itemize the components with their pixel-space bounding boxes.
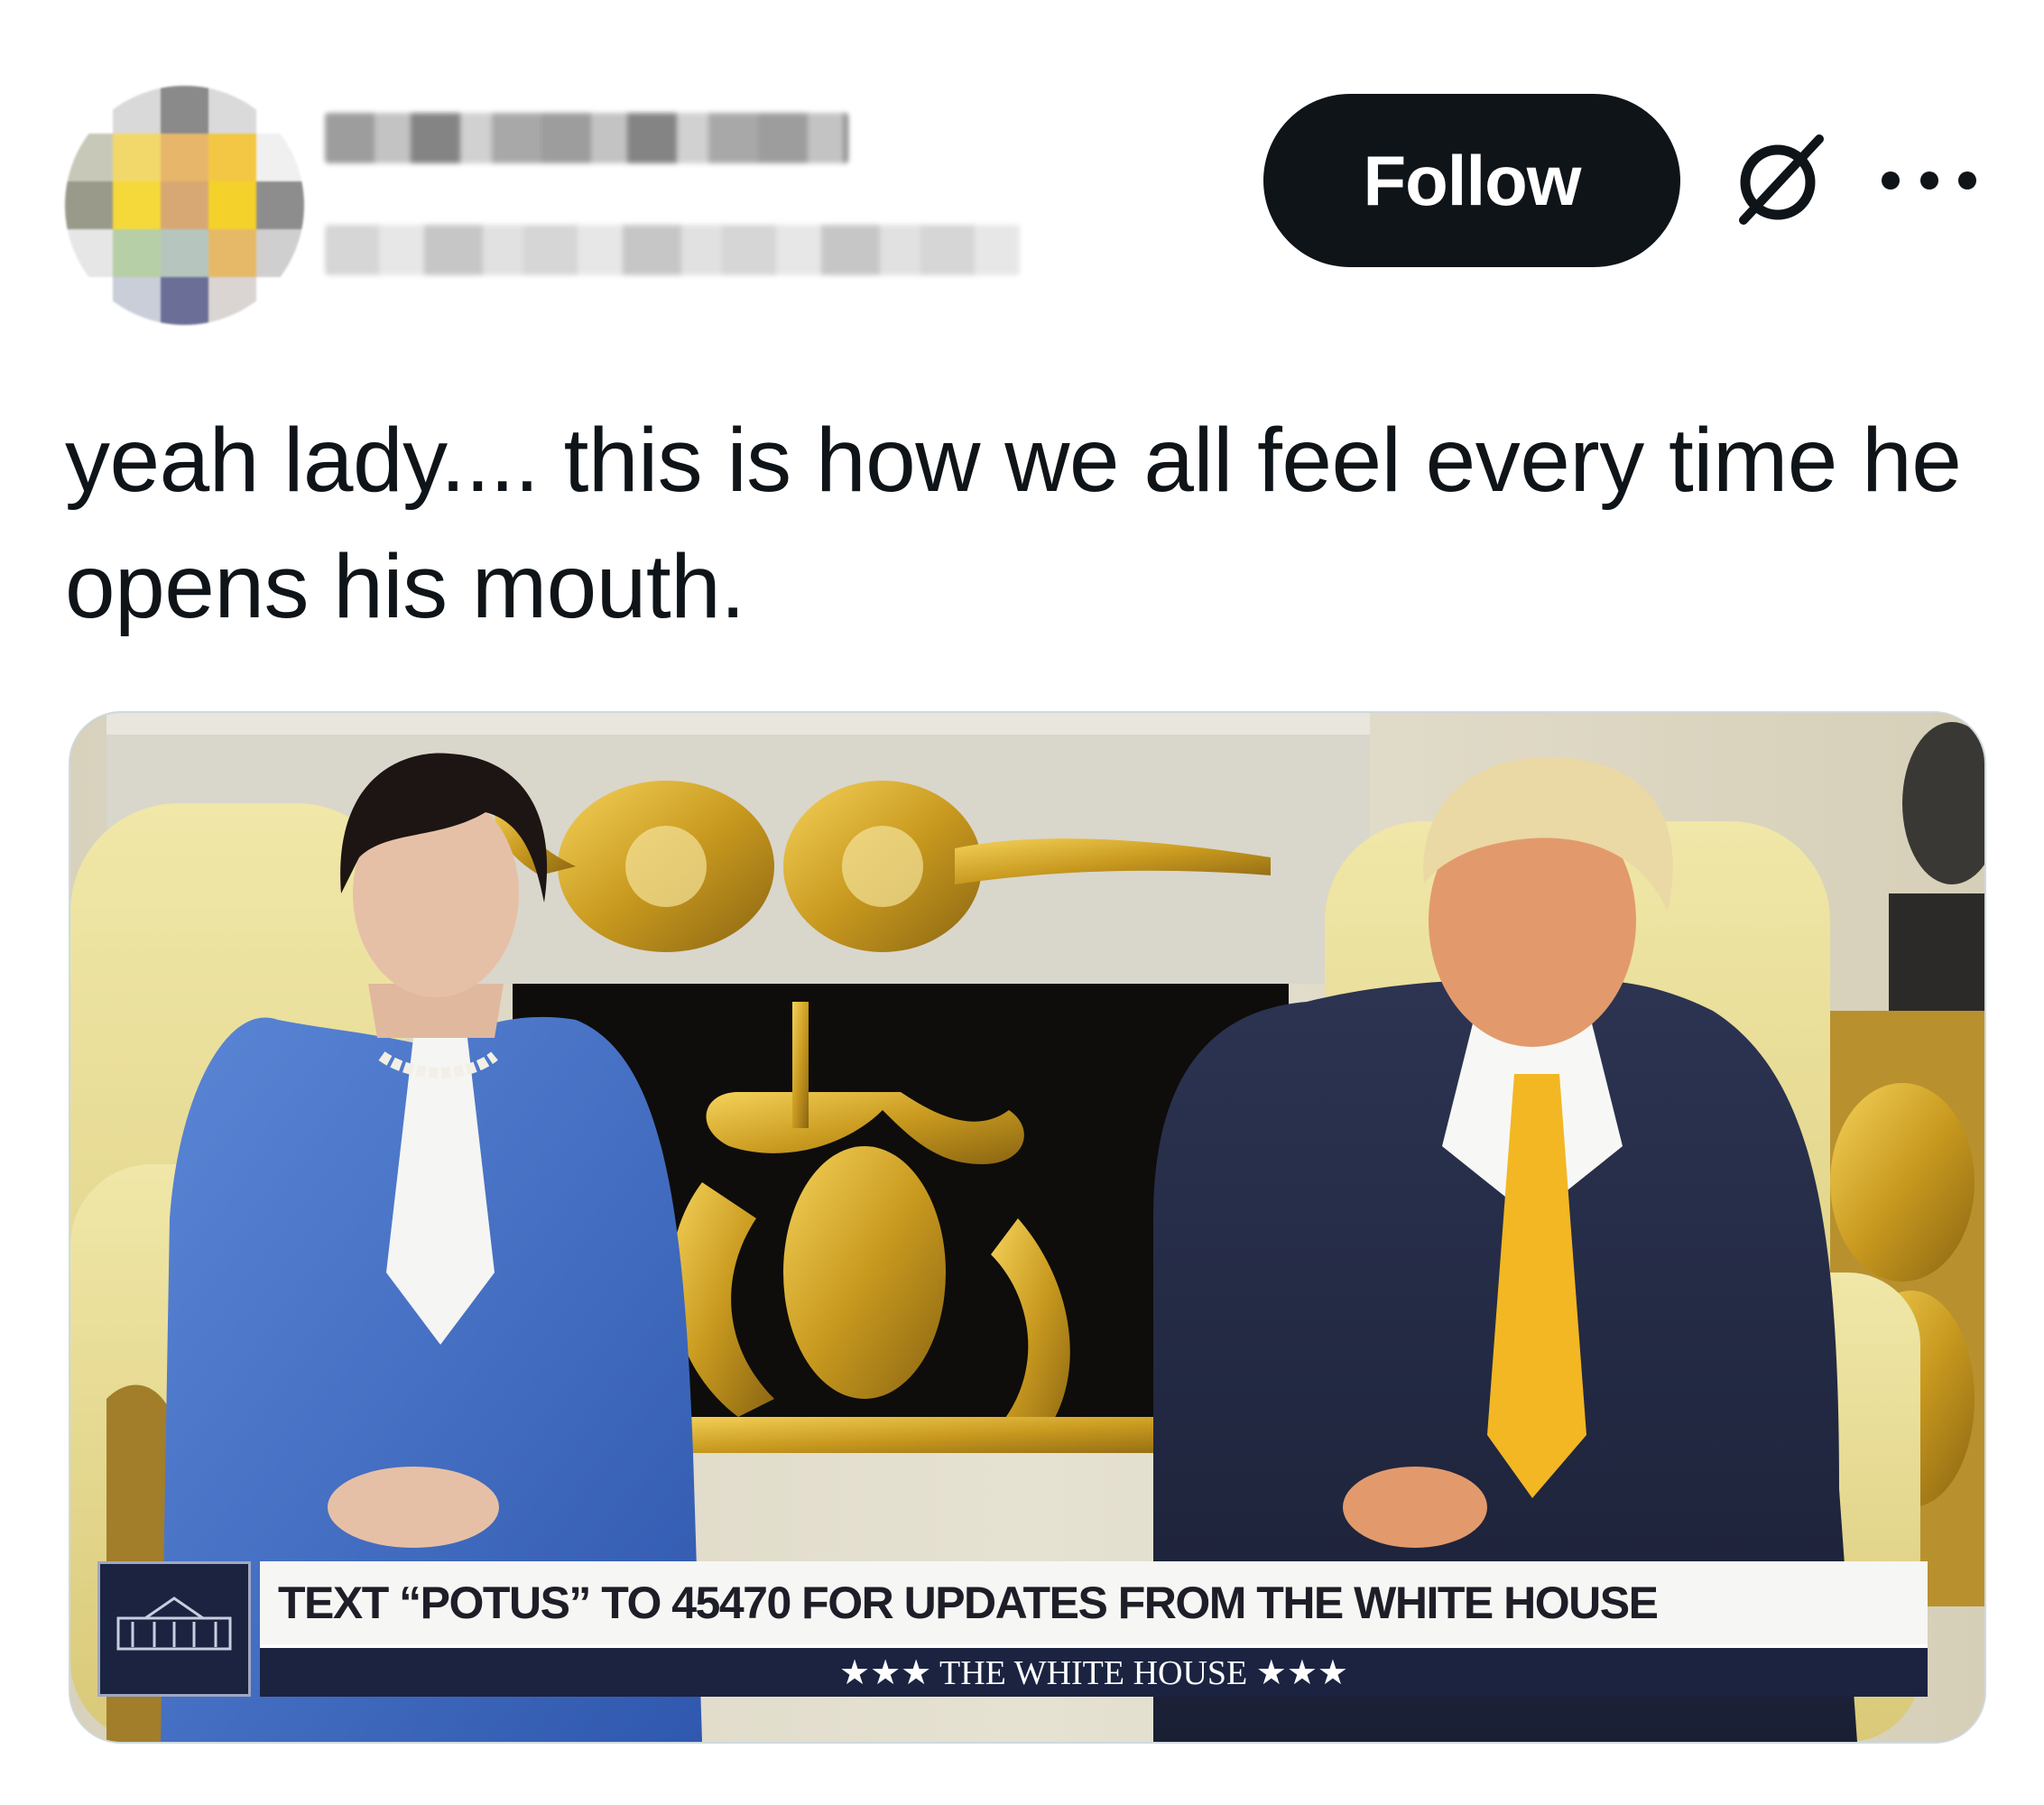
more-options-icon[interactable]: [1882, 153, 1976, 208]
caption-sub-bar: ★★★ THE WHITE HOUSE ★★★: [260, 1644, 1928, 1697]
follow-button[interactable]: Follow: [1263, 94, 1680, 267]
caption-main-text: TEXT “POTUS” TO 45470 FOR UPDATES FROM T…: [278, 1578, 1659, 1628]
caption-main-bar: TEXT “POTUS” TO 45470 FOR UPDATES FROM T…: [260, 1561, 1928, 1644]
post-text: yeah lady.... this is how we all feel ev…: [65, 410, 1962, 637]
caption-sub-text: ★★★ THE WHITE HOUSE ★★★: [839, 1653, 1348, 1692]
white-house-logo-icon: [97, 1561, 251, 1697]
author-avatar[interactable]: [65, 86, 304, 325]
post-media-image[interactable]: TEXT “POTUS” TO 45470 FOR UPDATES FROM T…: [69, 711, 1986, 1744]
author-identity[interactable]: [325, 113, 1020, 275]
author-handle[interactable]: [325, 225, 1020, 275]
grok-icon[interactable]: [1724, 126, 1832, 235]
author-display-name[interactable]: [325, 113, 848, 163]
post-header: Follow: [0, 0, 2044, 325]
video-caption-banner: TEXT “POTUS” TO 45470 FOR UPDATES FROM T…: [97, 1561, 1984, 1697]
